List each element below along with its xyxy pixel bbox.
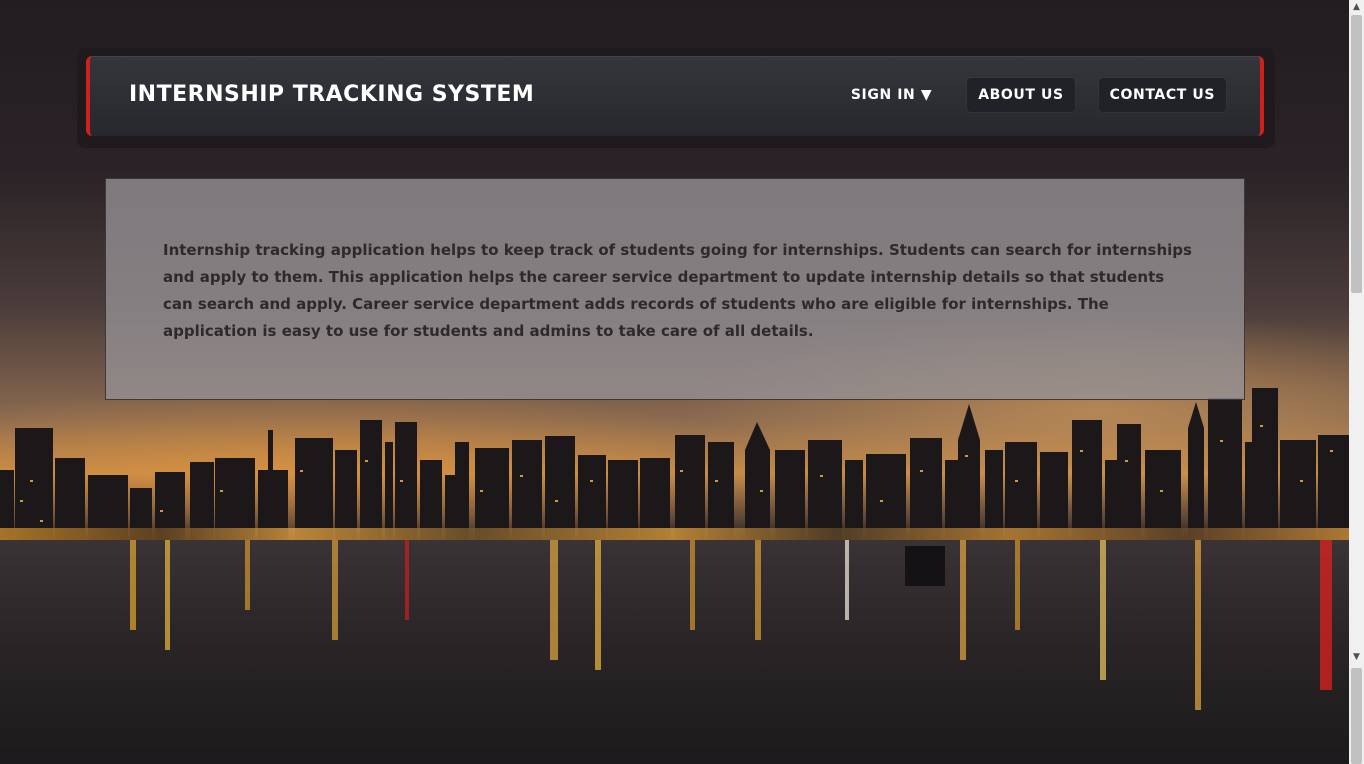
city-skyline: [0, 388, 1349, 550]
contact-us-link[interactable]: CONTACT US: [1098, 78, 1226, 112]
nav-menu: SIGN IN ▼ ABOUT US CONTACT US: [840, 78, 1226, 112]
about-us-link[interactable]: ABOUT US: [967, 78, 1075, 112]
scroll-down-arrow-icon[interactable]: ▼: [1349, 650, 1364, 664]
vertical-scrollbar[interactable]: ▲ ▼: [1349, 0, 1364, 764]
scrollbar-thumb[interactable]: [1351, 15, 1362, 293]
scroll-up-arrow-icon[interactable]: ▲: [1349, 0, 1364, 14]
scrollbar-track-lower: [1351, 668, 1362, 764]
description-text: Internship tracking application helps to…: [163, 241, 1192, 340]
description-panel: Internship tracking application helps to…: [105, 178, 1245, 400]
sign-in-dropdown[interactable]: SIGN IN ▼: [840, 78, 943, 112]
top-navbar: INTERNSHIP TRACKING SYSTEM SIGN IN ▼ ABO…: [86, 56, 1264, 136]
site-title[interactable]: INTERNSHIP TRACKING SYSTEM: [129, 82, 534, 107]
water-reflections: [130, 540, 1332, 710]
